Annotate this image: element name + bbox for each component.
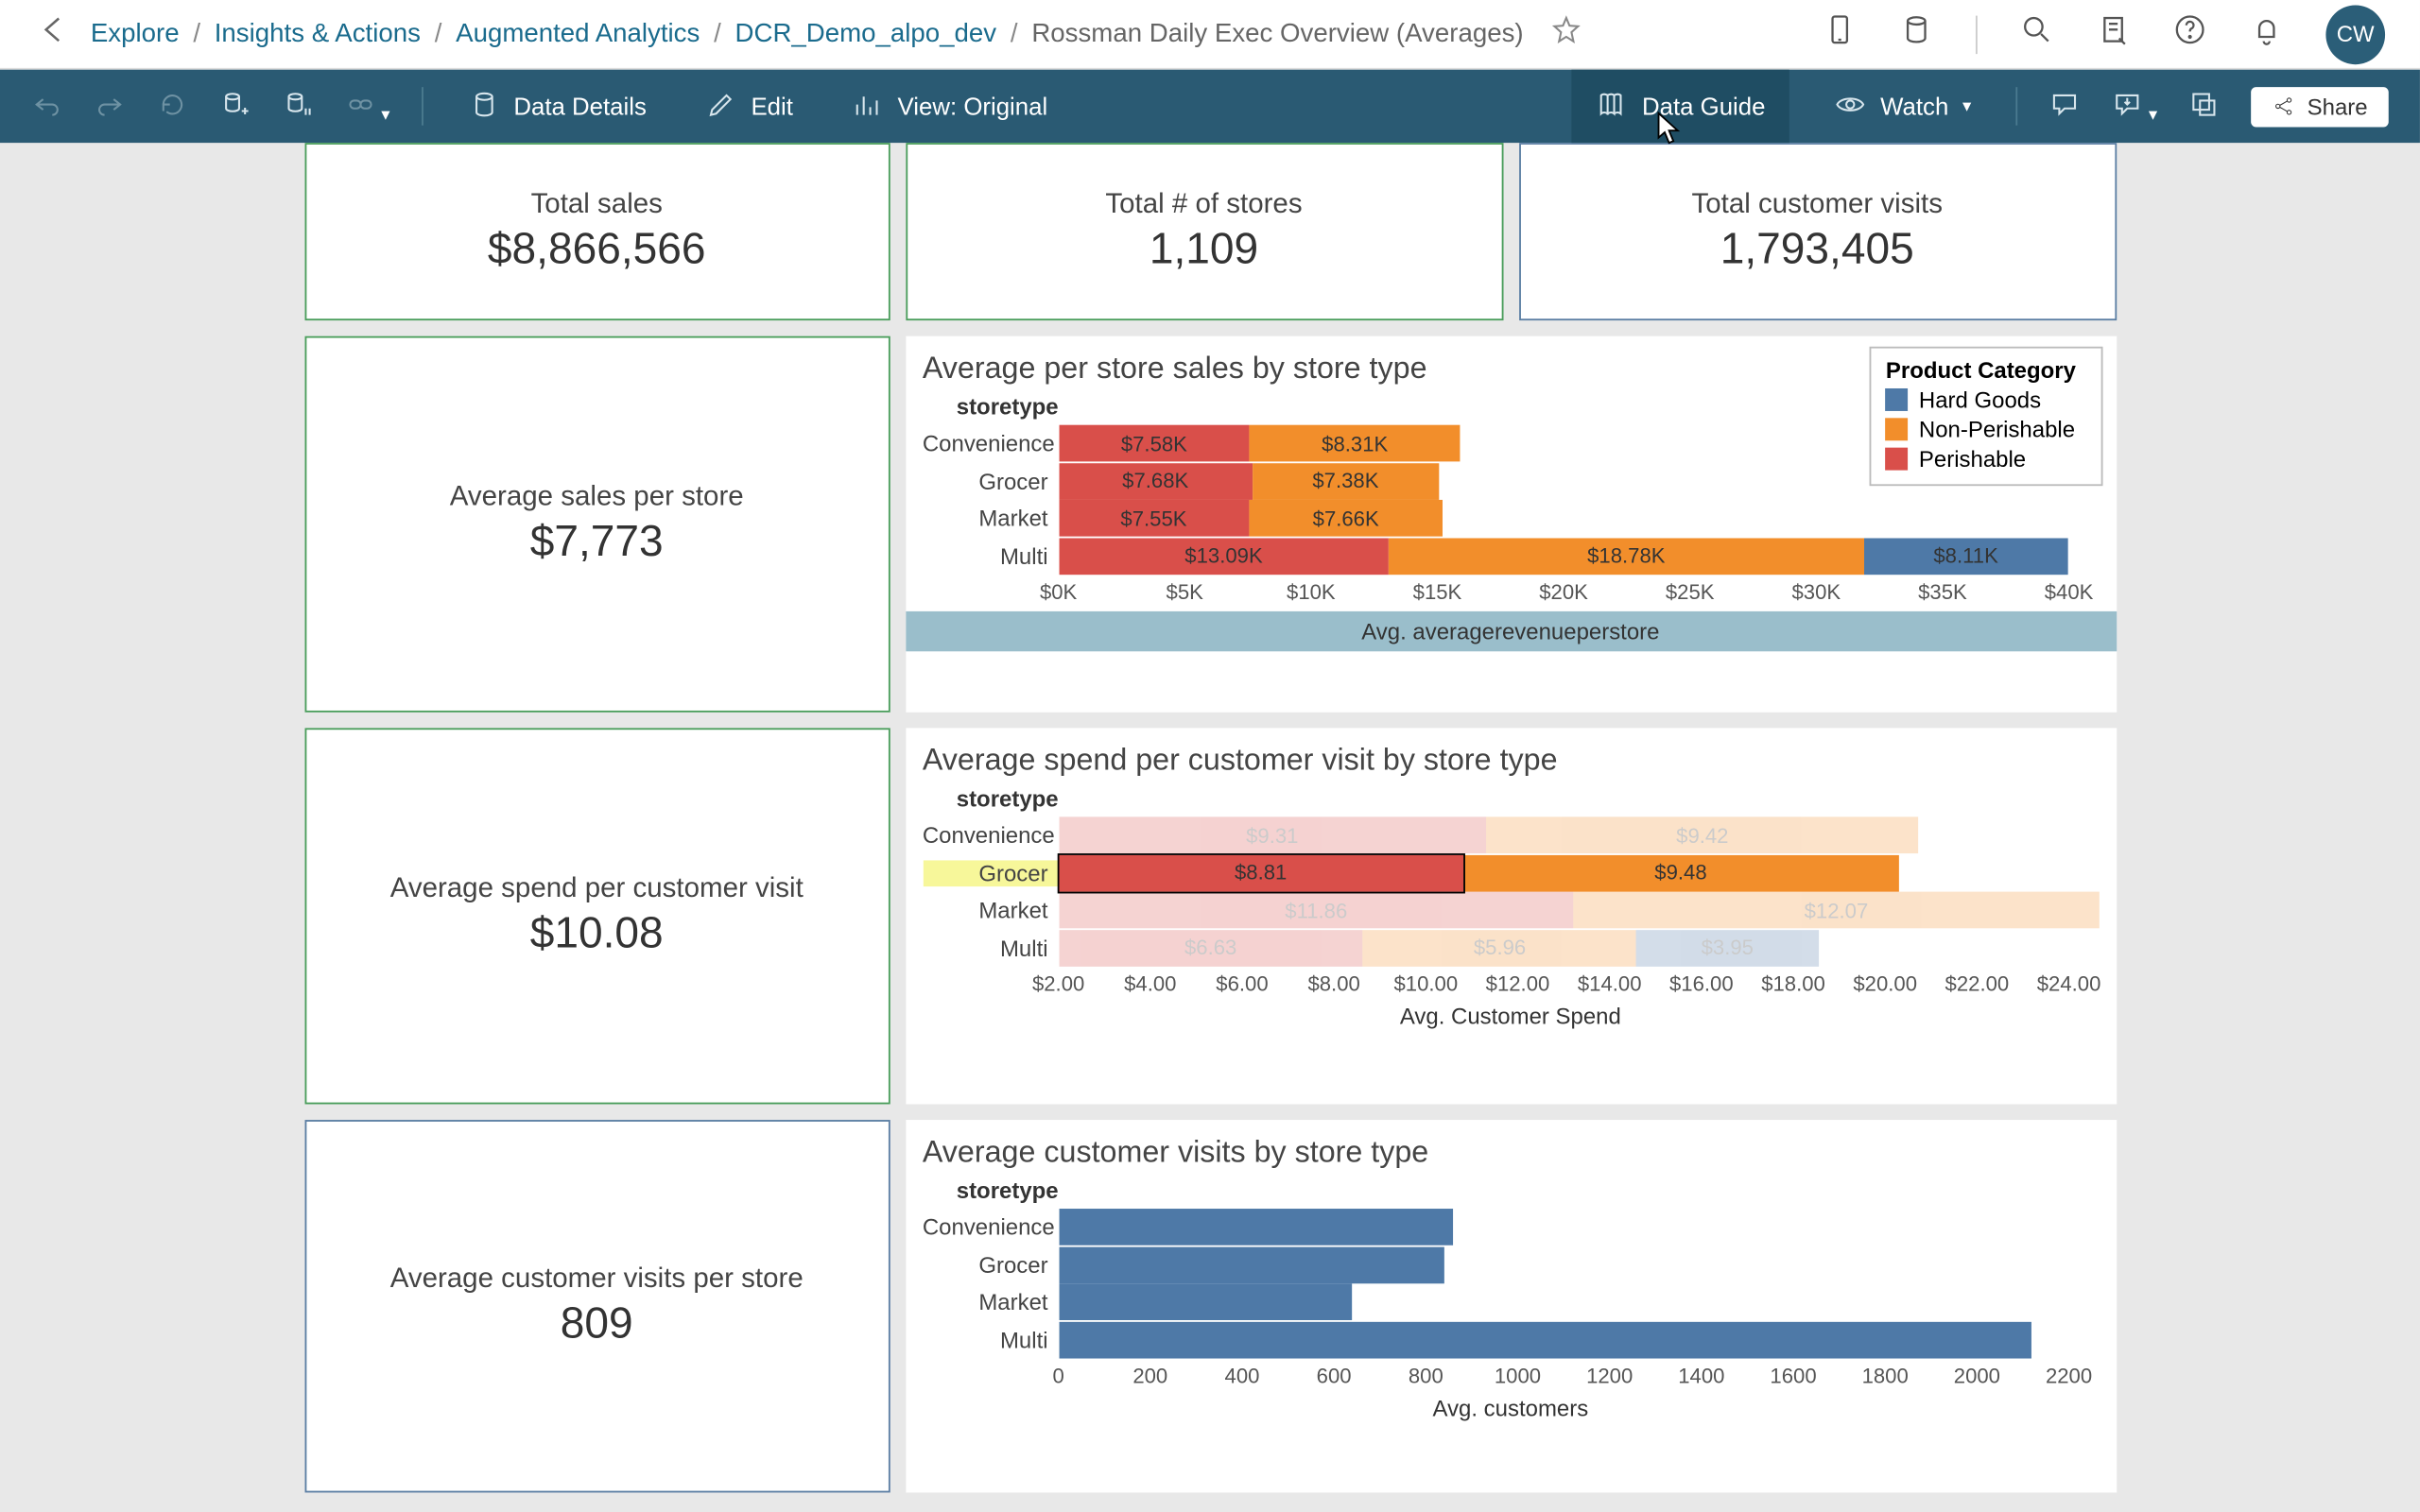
breadcrumb-item[interactable]: DCR_Demo_alpo_dev — [735, 19, 997, 48]
mobile-icon[interactable] — [1823, 12, 1858, 56]
share-button[interactable]: Share — [2252, 86, 2389, 126]
axis-label: Avg. Customer Spend — [923, 1003, 2099, 1029]
bar-segment[interactable]: $5.96 — [1363, 929, 1637, 966]
back-icon[interactable] — [35, 10, 74, 58]
chart-avg-sales-by-store-type[interactable]: Average per store sales by store type Pr… — [905, 336, 2116, 713]
bar-segment[interactable]: $18.78K — [1389, 538, 1863, 575]
bar-row[interactable]: Grocer$8.81$9.48 — [923, 854, 2099, 891]
bar-segment[interactable]: $7.68K — [1059, 462, 1253, 499]
bar-segment[interactable] — [1059, 1209, 1454, 1246]
kpi-avg-spend-per-visit[interactable]: Average spend per customer visit $10.08 — [304, 728, 890, 1104]
bar-segment[interactable]: $11.86 — [1059, 892, 1574, 929]
watch-button[interactable]: Watch ▾ — [1821, 81, 1985, 131]
data-pause-icon[interactable] — [283, 88, 314, 125]
bar-row[interactable]: Grocer — [923, 1246, 2099, 1283]
kpi-label: Total # of stores — [1105, 189, 1302, 220]
kpi-avg-visits-per-store[interactable]: Average customer visits per store 809 — [304, 1120, 890, 1492]
avatar[interactable]: CW — [2325, 5, 2385, 64]
undo-icon[interactable] — [31, 88, 62, 125]
bar-segment[interactable]: $12.07 — [1574, 892, 2099, 929]
bar-segment[interactable]: $9.42 — [1486, 816, 1919, 853]
kpi-value: 809 — [561, 1298, 633, 1349]
kpi-value: $8,866,566 — [488, 224, 706, 274]
kpi-value: $10.08 — [530, 908, 664, 958]
chart-avg-visits-by-store-type[interactable]: Average customer visits by store type st… — [905, 1120, 2116, 1492]
bar-row[interactable]: Market$7.55K$7.66K — [923, 500, 2099, 537]
kpi-label: Total sales — [531, 189, 663, 220]
comment-icon[interactable] — [2049, 88, 2081, 125]
bar-segment[interactable]: $8.81 — [1059, 854, 1463, 891]
notes-icon[interactable] — [2096, 12, 2131, 56]
help-icon[interactable] — [2172, 12, 2207, 56]
bar-row[interactable]: Convenience — [923, 1209, 2099, 1246]
axis-label: Avg. averagerevenueperstore — [905, 610, 2116, 650]
bar-row[interactable]: Convenience$9.31$9.42 — [923, 816, 2099, 853]
bar-row[interactable]: Market — [923, 1283, 2099, 1320]
fullscreen-icon[interactable] — [2188, 88, 2220, 125]
bar-row[interactable]: Market$11.86$12.07 — [923, 892, 2099, 929]
favorite-icon[interactable] — [1551, 14, 1582, 54]
chart-avg-spend-by-store-type[interactable]: Average spend per customer visit by stor… — [905, 728, 2116, 1104]
bar-segment[interactable]: $7.58K — [1059, 425, 1251, 462]
breadcrumb-item[interactable]: Explore — [91, 19, 180, 48]
bell-icon[interactable] — [2249, 12, 2284, 56]
bar-segment[interactable]: $6.63 — [1059, 929, 1363, 966]
breadcrumb-item[interactable]: Augmented Analytics — [456, 19, 700, 48]
kpi-total-sales[interactable]: Total sales $8,866,566 — [304, 143, 890, 320]
kpi-total-stores[interactable]: Total # of stores 1,109 — [905, 143, 1502, 320]
chart-title: Average customer visits by store type — [923, 1134, 2099, 1171]
kpi-label: Total customer visits — [1691, 189, 1942, 220]
link-icon[interactable]: ▾ — [345, 88, 390, 125]
kpi-label: Average spend per customer visit — [390, 873, 804, 904]
bar-segment[interactable]: $3.95 — [1636, 929, 1818, 966]
top-bar: Explore/ Insights & Actions/ Augmented A… — [0, 0, 2420, 70]
kpi-label: Average customer visits per store — [390, 1263, 804, 1295]
bar-segment[interactable] — [1059, 1246, 1444, 1283]
bar-segment[interactable]: $7.55K — [1059, 500, 1250, 537]
bar-row[interactable]: Multi$13.09K$18.78K$8.11K — [923, 538, 2099, 575]
kpi-avg-sales-per-store[interactable]: Average sales per store $7,773 — [304, 336, 890, 713]
data-guide-button[interactable]: Data Guide — [1572, 70, 1789, 143]
bar-row[interactable]: Multi$6.63$5.96$3.95 — [923, 929, 2099, 966]
bar-segment[interactable] — [1059, 1283, 1353, 1320]
breadcrumb-current: Rossman Daily Exec Overview (Averages) — [1031, 19, 1523, 48]
breadcrumb-item[interactable]: Insights & Actions — [215, 19, 421, 48]
bar-segment[interactable]: $9.48 — [1463, 854, 1899, 891]
download-icon[interactable]: ▾ — [2113, 88, 2158, 125]
axis-label: Avg. customers — [923, 1394, 2099, 1420]
chart-title: Average spend per customer visit by stor… — [923, 742, 2099, 779]
database-icon[interactable] — [1899, 12, 1934, 56]
kpi-value: 1,793,405 — [1720, 224, 1914, 274]
legend-title: Product Category — [1886, 357, 2076, 384]
kpi-value: $7,773 — [530, 516, 664, 566]
bar-row[interactable]: Grocer$7.68K$7.38K — [923, 462, 2099, 499]
search-icon[interactable] — [2019, 12, 2054, 56]
breadcrumb: Explore/ Insights & Actions/ Augmented A… — [91, 19, 1524, 48]
toolbar: ▾ Data Details Edit View: Original Data … — [0, 70, 2420, 143]
kpi-total-visits[interactable]: Total customer visits 1,793,405 — [1518, 143, 2116, 320]
bar-segment[interactable]: $13.09K — [1059, 538, 1390, 575]
bar-segment[interactable]: $9.31 — [1059, 816, 1486, 853]
edit-button[interactable]: Edit — [692, 81, 807, 131]
revert-icon[interactable] — [157, 88, 188, 125]
bar-row[interactable]: Multi — [923, 1321, 2099, 1358]
bar-segment[interactable]: $7.66K — [1249, 500, 1443, 537]
legend-item[interactable]: Hard Goods — [1919, 387, 2041, 413]
bar-segment[interactable]: $8.31K — [1250, 425, 1460, 462]
view-button[interactable]: View: Original — [838, 81, 1062, 131]
data-details-button[interactable]: Data Details — [455, 81, 661, 131]
bar-segment[interactable]: $8.11K — [1863, 538, 2068, 575]
bar-segment[interactable] — [1059, 1321, 2032, 1358]
kpi-label: Average sales per store — [450, 482, 744, 513]
bar-row[interactable]: Convenience$7.58K$8.31K — [923, 425, 2099, 462]
redo-icon[interactable] — [95, 88, 126, 125]
data-add-icon[interactable] — [219, 88, 251, 125]
bar-segment[interactable]: $7.38K — [1253, 462, 1439, 499]
kpi-value: 1,109 — [1150, 224, 1258, 274]
